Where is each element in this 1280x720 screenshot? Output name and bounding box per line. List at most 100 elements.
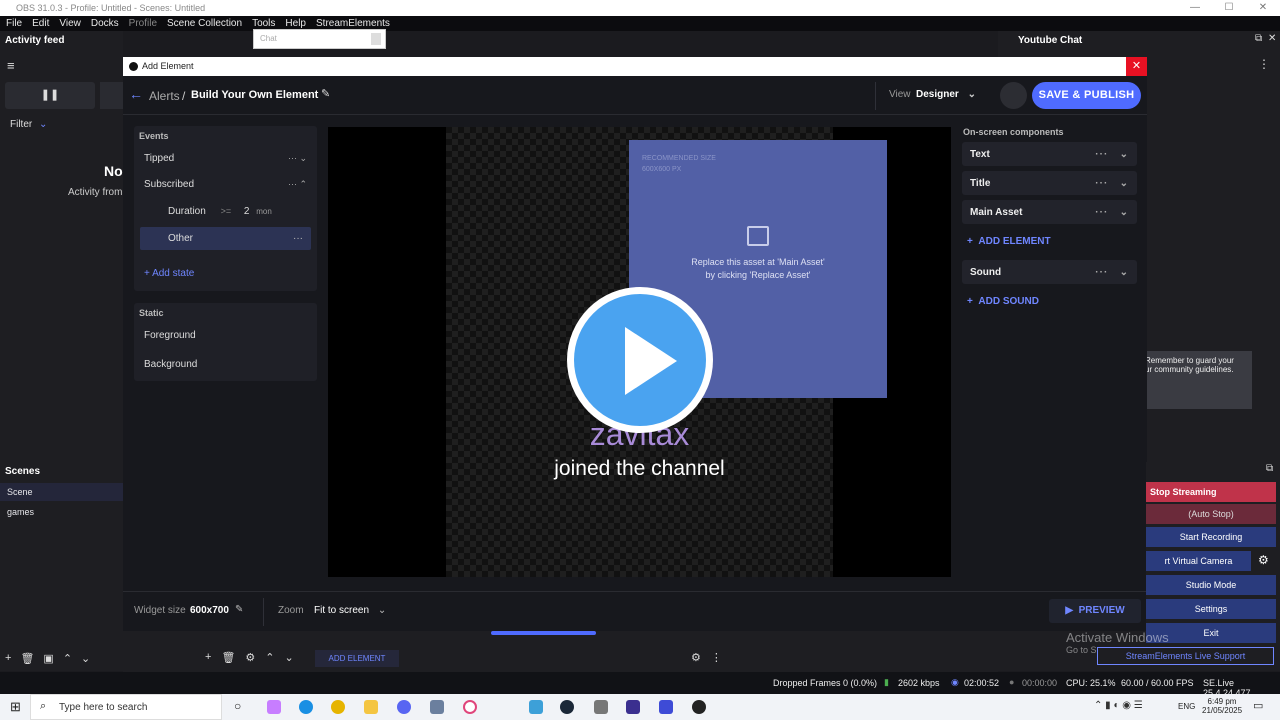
virtual-camera-settings-icon[interactable]: ⚙ <box>1258 553 1269 567</box>
menu-docks[interactable]: Docks <box>91 18 119 29</box>
component-sound-controls[interactable]: ··· ⌄ <box>1095 267 1129 278</box>
event-subscribed[interactable]: Subscribed ··· ⌃ <box>134 171 317 197</box>
back-arrow-icon[interactable]: ← <box>129 86 143 102</box>
menu-scene-collection[interactable]: Scene Collection <box>167 18 242 29</box>
menu-tools[interactable]: Tools <box>252 18 275 29</box>
message-text: joined the channel <box>554 457 725 480</box>
add-icon[interactable]: + <box>5 652 11 665</box>
preview-button[interactable]: ▶ PREVIEW <box>1049 599 1141 623</box>
file-explorer-icon[interactable] <box>364 700 378 714</box>
app-icon-3[interactable] <box>529 700 543 714</box>
menu-edit[interactable]: Edit <box>32 18 49 29</box>
language-indicator[interactable]: ENG <box>1178 702 1195 711</box>
add-state-button[interactable]: + Add state <box>144 268 194 279</box>
save-publish-button[interactable]: SAVE & PUBLISH <box>1032 82 1141 109</box>
filter-dropdown[interactable]: Filter ⌄ <box>10 119 47 130</box>
notification-icon[interactable]: ▭ <box>1253 699 1263 712</box>
app-icon-6[interactable] <box>659 700 673 714</box>
clock[interactable]: 6:49 pm 21/05/2025 <box>1202 697 1242 715</box>
undock-icon[interactable]: ⧉ <box>1255 33 1262 44</box>
add-element-button[interactable]: + ADD ELEMENT <box>967 236 1051 247</box>
zoom-dropdown[interactable]: Fit to screen ⌄ <box>314 605 386 616</box>
more-options-icon[interactable]: ⋮ <box>1258 57 1270 71</box>
minimize-icon[interactable]: — <box>1178 0 1212 16</box>
modal-close-button[interactable]: ✕ <box>1126 57 1147 76</box>
tray-icons[interactable]: ⌃ ▮ ◐ ◉ ☰ <box>1094 700 1143 711</box>
down-icon[interactable]: ⌄ <box>81 652 90 665</box>
zoom-label: Zoom <box>278 605 304 616</box>
undock-icon[interactable]: ⧉ <box>1266 463 1273 474</box>
windows-start-icon[interactable]: ⊞ <box>10 699 21 715</box>
add-sound-button[interactable]: + ADD SOUND <box>967 296 1039 307</box>
view-dropdown[interactable]: Designer ⌄ <box>916 89 976 100</box>
taskbar-search-box[interactable]: ⌕ Type here to search <box>30 694 222 720</box>
menu-help[interactable]: Help <box>285 18 306 29</box>
avatar[interactable] <box>1000 82 1027 109</box>
filter-icon[interactable]: ▣ <box>43 652 53 665</box>
pencil-icon[interactable]: ✎ <box>235 604 243 615</box>
static-background[interactable]: Background <box>144 359 197 370</box>
pencil-icon[interactable]: ✎ <box>321 87 330 100</box>
component-main-asset-controls[interactable]: ··· ⌄ <box>1095 207 1129 218</box>
zoom-value: Fit to screen <box>314 605 370 616</box>
event-subscribed-controls[interactable]: ··· ⌃ <box>288 179 307 190</box>
component-title[interactable]: Title ··· ⌄ <box>962 171 1137 195</box>
app-icon-1[interactable] <box>430 700 444 714</box>
down-icon[interactable]: ⌄ <box>285 651 294 664</box>
chrome-icon[interactable] <box>331 700 345 714</box>
app-icon-2[interactable] <box>463 700 477 714</box>
component-title-controls[interactable]: ··· ⌄ <box>1095 178 1129 189</box>
menu-file[interactable]: File <box>6 18 22 29</box>
chat-popup-close-icon[interactable] <box>371 33 381 45</box>
component-text[interactable]: Text ··· ⌄ <box>962 142 1137 166</box>
stop-streaming-button[interactable]: Stop Streaming <box>1146 482 1276 502</box>
discord-icon[interactable] <box>397 700 411 714</box>
menu-view[interactable]: View <box>59 18 81 29</box>
mixer-settings-icon[interactable]: ⚙ <box>691 651 701 664</box>
edge-icon[interactable] <box>299 700 313 714</box>
more-icon[interactable]: ··· <box>293 227 303 250</box>
component-main-asset[interactable]: Main Asset ··· ⌄ <box>962 200 1137 224</box>
steam-icon[interactable] <box>560 700 574 714</box>
play-button[interactable] <box>567 287 713 433</box>
settings-button[interactable]: Settings <box>1146 599 1276 619</box>
scene-item-games[interactable]: games <box>7 507 34 517</box>
menu-streamelements[interactable]: StreamElements <box>316 18 390 29</box>
studio-mode-button[interactable]: Studio Mode <box>1146 575 1276 595</box>
event-other[interactable]: Other ··· <box>140 227 311 250</box>
sources-add-element-button[interactable]: ADD ELEMENT <box>315 650 399 667</box>
obs-icon[interactable] <box>692 700 706 714</box>
breadcrumb-alerts[interactable]: Alerts <box>149 89 180 103</box>
start-recording-button[interactable]: Start Recording <box>1146 527 1276 547</box>
hamburger-icon[interactable]: ≡ <box>7 58 15 73</box>
add-icon[interactable]: + <box>205 651 211 664</box>
maximize-icon[interactable]: ☐ <box>1212 0 1246 16</box>
app-icon-4[interactable] <box>594 700 608 714</box>
app-icon-5[interactable] <box>626 700 640 714</box>
trash-icon[interactable]: 🗑 <box>221 651 235 664</box>
static-foreground[interactable]: Foreground <box>144 330 196 341</box>
duration-condition[interactable]: Duration >= 2 mon <box>168 206 272 217</box>
scene-item-scene[interactable]: Scene <box>0 483 123 501</box>
event-other-label: Other <box>168 233 194 244</box>
trash-icon[interactable]: 🗑 <box>20 652 34 665</box>
task-view-icon[interactable]: ○ <box>234 699 241 713</box>
event-tipped-controls[interactable]: ··· ⌄ <box>288 153 307 164</box>
dock-close-icon[interactable]: ✕ <box>1268 33 1276 44</box>
event-tipped[interactable]: Tipped ··· ⌄ <box>134 145 317 171</box>
menu-profile[interactable]: Profile <box>129 18 157 29</box>
pause-button[interactable]: ❚❚ <box>5 82 95 109</box>
community-notice: Remember to guard your ur community guid… <box>1145 351 1252 409</box>
close-icon[interactable]: ✕ <box>1246 0 1280 16</box>
auto-stop-button[interactable]: (Auto Stop) <box>1146 504 1276 524</box>
chat-popup[interactable]: Chat <box>253 29 386 49</box>
component-sound[interactable]: Sound ··· ⌄ <box>962 260 1137 284</box>
virtual-camera-button[interactable]: rt Virtual Camera <box>1146 551 1251 571</box>
activity-secondary-button[interactable] <box>100 82 123 109</box>
up-icon[interactable]: ⌃ <box>63 652 72 665</box>
component-text-controls[interactable]: ··· ⌄ <box>1095 149 1129 160</box>
up-icon[interactable]: ⌃ <box>265 651 274 664</box>
copilot-icon[interactable] <box>267 700 281 714</box>
gear-icon[interactable]: ⚙ <box>245 651 255 664</box>
more-options-icon[interactable]: ⋮ <box>711 651 722 664</box>
